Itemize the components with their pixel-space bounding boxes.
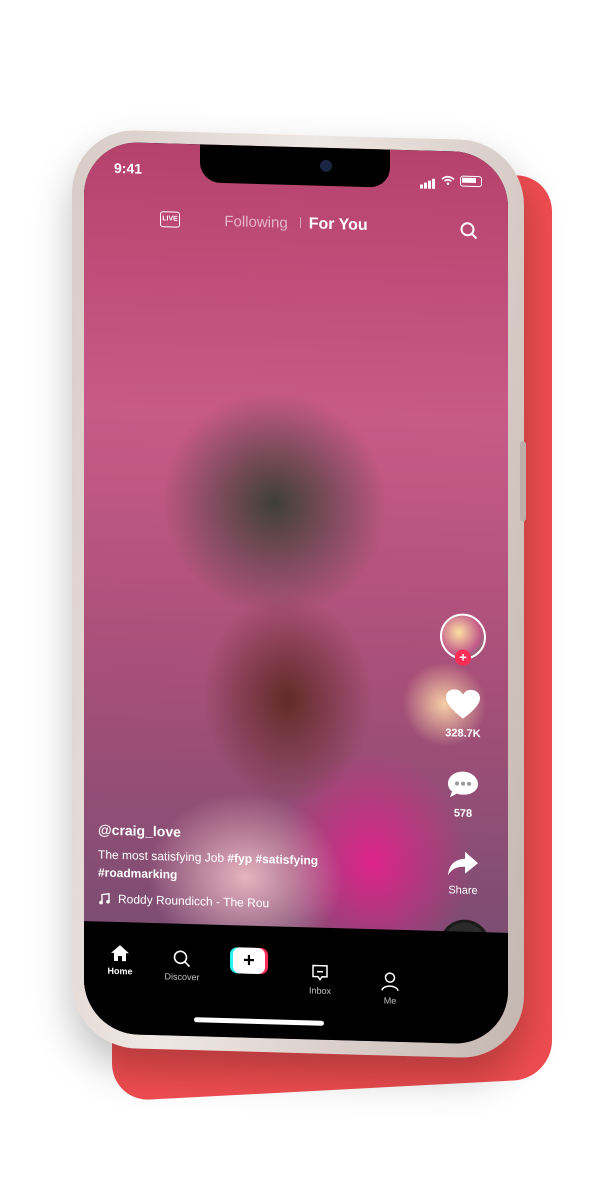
- hashtag[interactable]: #roadmarking: [98, 865, 177, 881]
- status-time: 9:41: [114, 159, 143, 177]
- signal-icon: [420, 170, 436, 189]
- bottom-nav: Home Discover + Inbox Me: [84, 921, 508, 1045]
- power-button: [520, 441, 526, 522]
- hashtag[interactable]: #fyp: [227, 851, 252, 866]
- nav-me[interactable]: Me: [360, 971, 420, 1007]
- inbox-icon: [312, 964, 328, 982]
- nav-home-label: Home: [107, 965, 133, 977]
- notch: [200, 144, 390, 188]
- caption-text: The most satisfying Job #fyp #satisfying…: [98, 845, 358, 888]
- share-icon: [448, 851, 478, 876]
- tab-divider: [299, 217, 301, 229]
- action-rail: + 328.7K 578 Share: [434, 613, 492, 898]
- like-count: 328.7K: [445, 727, 481, 741]
- search-icon[interactable]: [460, 222, 478, 241]
- comment-count: 578: [453, 807, 473, 820]
- music-note-icon: [99, 892, 110, 905]
- comment-icon: [448, 771, 478, 798]
- share-button[interactable]: Share: [434, 849, 492, 898]
- create-button[interactable]: +: [230, 947, 268, 975]
- nav-inbox-label: Inbox: [308, 985, 332, 996]
- battery-icon: [460, 175, 482, 187]
- post-caption-block: @craig_love The most satisfying Job #fyp…: [98, 821, 358, 912]
- front-camera: [320, 159, 332, 173]
- nav-discover[interactable]: Discover: [152, 949, 212, 983]
- nav-inbox[interactable]: Inbox: [290, 963, 350, 997]
- creator-avatar[interactable]: +: [440, 613, 486, 666]
- like-button[interactable]: 328.7K: [434, 689, 492, 741]
- home-icon: [111, 945, 129, 962]
- phone-screen: 9:41 LIVE Following For You + 328.7K 578…: [84, 141, 508, 1045]
- home-indicator: [194, 1017, 324, 1026]
- share-label: Share: [448, 884, 478, 898]
- tab-for-you[interactable]: For You: [309, 215, 368, 234]
- comment-button[interactable]: 578: [434, 769, 492, 821]
- discover-icon: [173, 950, 191, 968]
- nav-home[interactable]: Home: [90, 943, 150, 977]
- hashtag[interactable]: #satisfying: [255, 852, 318, 868]
- caption-body: The most satisfying Job: [98, 847, 225, 865]
- wifi-icon: [441, 175, 455, 186]
- nav-discover-label: Discover: [164, 971, 200, 983]
- follow-plus-icon[interactable]: +: [455, 649, 471, 666]
- heart-icon: [446, 689, 480, 719]
- profile-icon: [381, 972, 399, 992]
- create-plus-icon: +: [233, 947, 265, 975]
- tab-following[interactable]: Following: [224, 213, 287, 232]
- status-icons: [420, 170, 482, 190]
- nav-me-label: Me: [383, 995, 397, 1006]
